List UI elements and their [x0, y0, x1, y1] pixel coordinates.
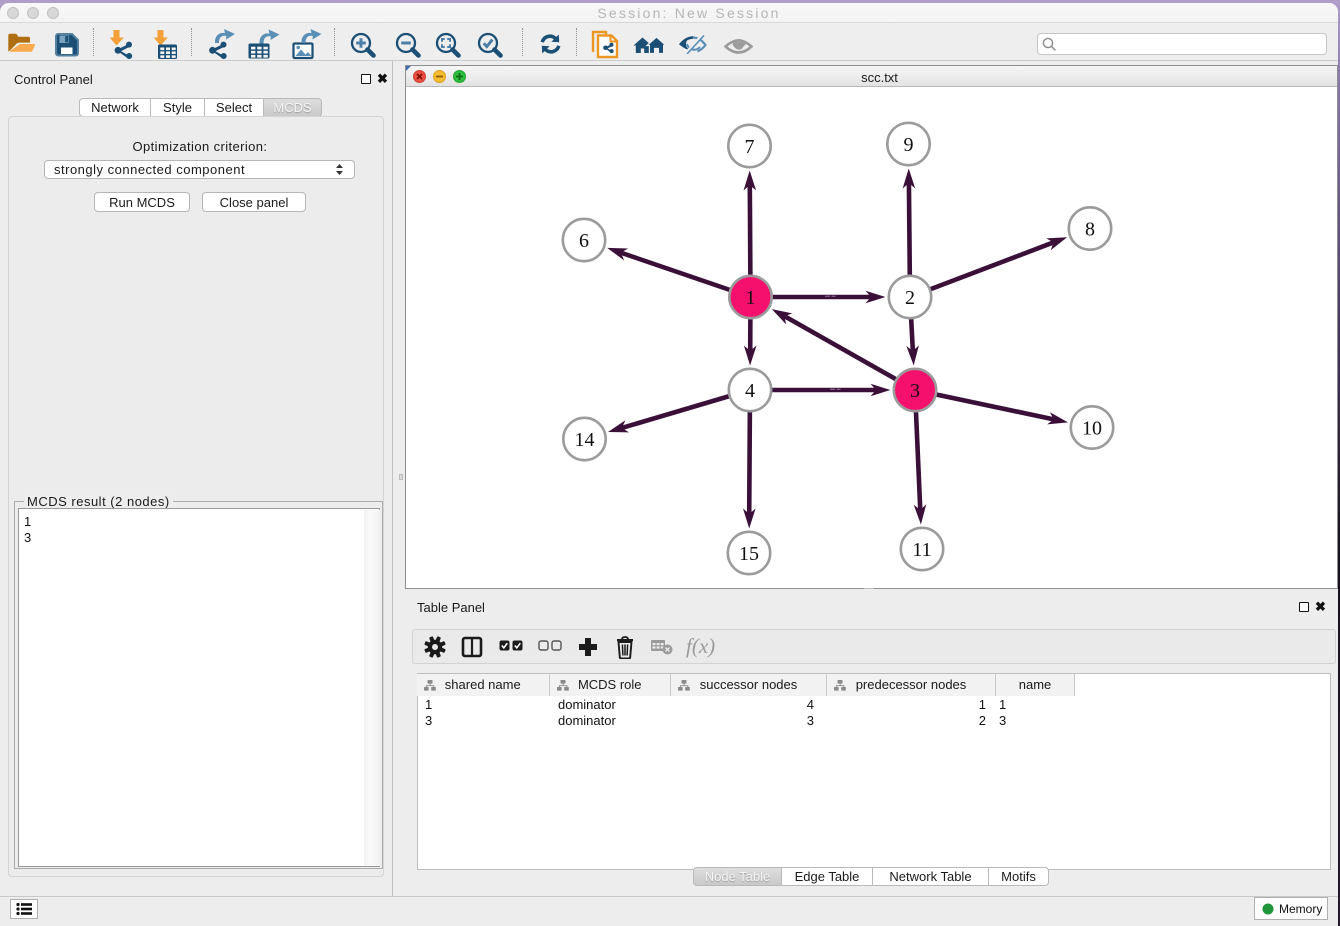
- svg-text:2: 2: [905, 287, 915, 309]
- svg-text:8: 8: [1085, 219, 1095, 241]
- svg-text:4: 4: [745, 380, 755, 402]
- svg-text:6: 6: [579, 230, 589, 252]
- svg-text:3: 3: [910, 380, 920, 402]
- svg-text:7: 7: [745, 136, 755, 158]
- svg-text:14: 14: [575, 429, 595, 451]
- svg-text:11: 11: [912, 539, 931, 561]
- svg-text:9: 9: [904, 134, 914, 156]
- svg-text:10: 10: [1082, 418, 1102, 440]
- svg-text:15: 15: [739, 543, 759, 565]
- svg-text:1: 1: [746, 287, 756, 309]
